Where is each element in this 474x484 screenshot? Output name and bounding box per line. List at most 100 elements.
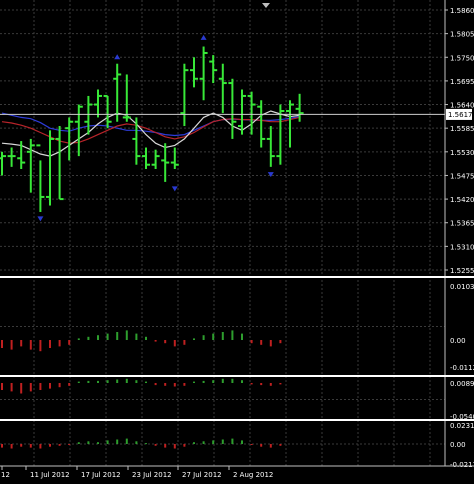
histogram-bar (193, 442, 195, 444)
price-bar (84, 95, 93, 135)
histogram-bar (212, 440, 215, 444)
time-tick-label: 12 (1, 471, 10, 479)
price-bar (142, 147, 150, 170)
histogram-bar (97, 380, 99, 383)
histogram-bar (260, 383, 263, 386)
histogram-bar (116, 332, 119, 340)
histogram-bar (68, 444, 71, 445)
time-tick-label: 23 Jul 2012 (132, 471, 172, 479)
scroll-marker-icon[interactable] (262, 3, 270, 8)
histogram-bar (164, 340, 167, 344)
indicator-tick-label: 0.00898 (450, 380, 474, 388)
histogram-bar (193, 381, 195, 383)
histogram-bar (135, 441, 138, 444)
price-bar (266, 126, 275, 167)
histogram-bar (125, 378, 128, 383)
time-tick-label: 11 Jul 2012 (30, 471, 70, 479)
price-tick-label: 1.5475 (450, 172, 474, 180)
histogram-bar (97, 442, 99, 444)
histogram-bar (212, 333, 215, 340)
histogram-bar (154, 383, 157, 386)
histogram-bar (106, 333, 109, 340)
time-axis: 12 11 Jul 2012 17 Jul 2012 23 Jul 2012 27 Ju… (1, 466, 273, 479)
histogram-bar (154, 444, 157, 446)
histogram-bar (106, 440, 109, 444)
time-tick-label: 27 Jul 2012 (182, 471, 222, 479)
histogram-bar (77, 442, 80, 444)
histogram-bar (58, 383, 61, 388)
price-bar (36, 144, 45, 212)
histogram-bar (1, 383, 3, 390)
price-bar (228, 78, 237, 139)
histogram-bar (279, 383, 282, 385)
histogram-bar (29, 340, 32, 350)
histogram-bar (231, 438, 234, 444)
price-bar (286, 100, 294, 148)
price-tick-label: 1.5585 (450, 125, 474, 133)
histogram-bar (20, 340, 23, 347)
histogram-bar (241, 380, 243, 383)
histogram-bar (241, 333, 243, 340)
histogram-bar (10, 444, 13, 449)
histogram-bar (20, 444, 23, 447)
histogram-bar (77, 381, 80, 383)
moving-average-line (1, 112, 300, 137)
price-bar (190, 57, 198, 88)
price-bar (65, 117, 74, 161)
chart-canvas[interactable]: 1.5860 1.5805 1.5750 1.5695 1.5640 1.5585 1.55… (0, 0, 474, 480)
chart-window[interactable]: 1.5860 1.5805 1.5750 1.5695 1.5640 1.5585 1.55… (0, 0, 474, 480)
histogram-bar (250, 383, 253, 385)
histogram-bar (125, 330, 128, 340)
moving-average-line (1, 110, 300, 157)
histogram-bar (125, 438, 128, 444)
price-tick-label: 1.5640 (450, 102, 474, 110)
price-bar (151, 149, 160, 170)
histogram-bar (221, 439, 224, 444)
moving-averages (1, 110, 300, 157)
price-bar (199, 46, 208, 101)
histogram-bar (202, 335, 205, 340)
histogram-bar (202, 380, 205, 383)
histogram-bar (1, 340, 3, 348)
histogram-bar (87, 441, 90, 444)
histogram-bar (97, 335, 99, 340)
indicator-tick-label: 0.01037 (450, 283, 474, 291)
price-tick-label: 1.5805 (450, 31, 474, 39)
histogram-bar (116, 439, 119, 444)
histogram-bar (77, 338, 80, 340)
histogram-bar (250, 444, 253, 445)
histogram-bar (173, 444, 176, 449)
price-tick-label: 1.5860 (450, 7, 474, 15)
histogram-bar (202, 441, 205, 444)
indicator-tick-label: 0.02319 (450, 422, 474, 430)
histogram-bar (183, 340, 186, 345)
histogram-bar (164, 444, 167, 448)
price-tick-label: 1.5530 (450, 149, 474, 157)
histogram-bar (221, 332, 224, 340)
panel-separators (0, 276, 474, 467)
histogram-bar (241, 440, 243, 444)
price-tick-label: 1.5695 (450, 78, 474, 86)
histogram-bar (221, 378, 224, 383)
time-tick-label: 2 Aug 2012 (233, 471, 273, 479)
fractal-arrow-icon (171, 186, 178, 192)
histogram-bar (145, 336, 147, 340)
histogram-bar (173, 383, 176, 387)
histogram-bar (260, 340, 263, 345)
histogram-bar (231, 330, 234, 340)
histogram-bar (39, 383, 42, 390)
histogram-bar (269, 383, 272, 386)
price-bar (0, 151, 6, 176)
histogram-bar (87, 336, 90, 340)
indicator-histograms (1, 330, 282, 449)
price-bar (180, 63, 189, 127)
histogram-bar (154, 340, 157, 342)
histogram-bar (183, 444, 186, 447)
histogram-bar (183, 383, 186, 386)
fractal-arrow-icon (37, 216, 44, 222)
price-tick-label: 1.5750 (450, 54, 474, 62)
histogram-bar (135, 333, 138, 340)
histogram-bar (87, 380, 90, 383)
histogram-bar (10, 340, 13, 350)
price-bar (218, 63, 227, 114)
